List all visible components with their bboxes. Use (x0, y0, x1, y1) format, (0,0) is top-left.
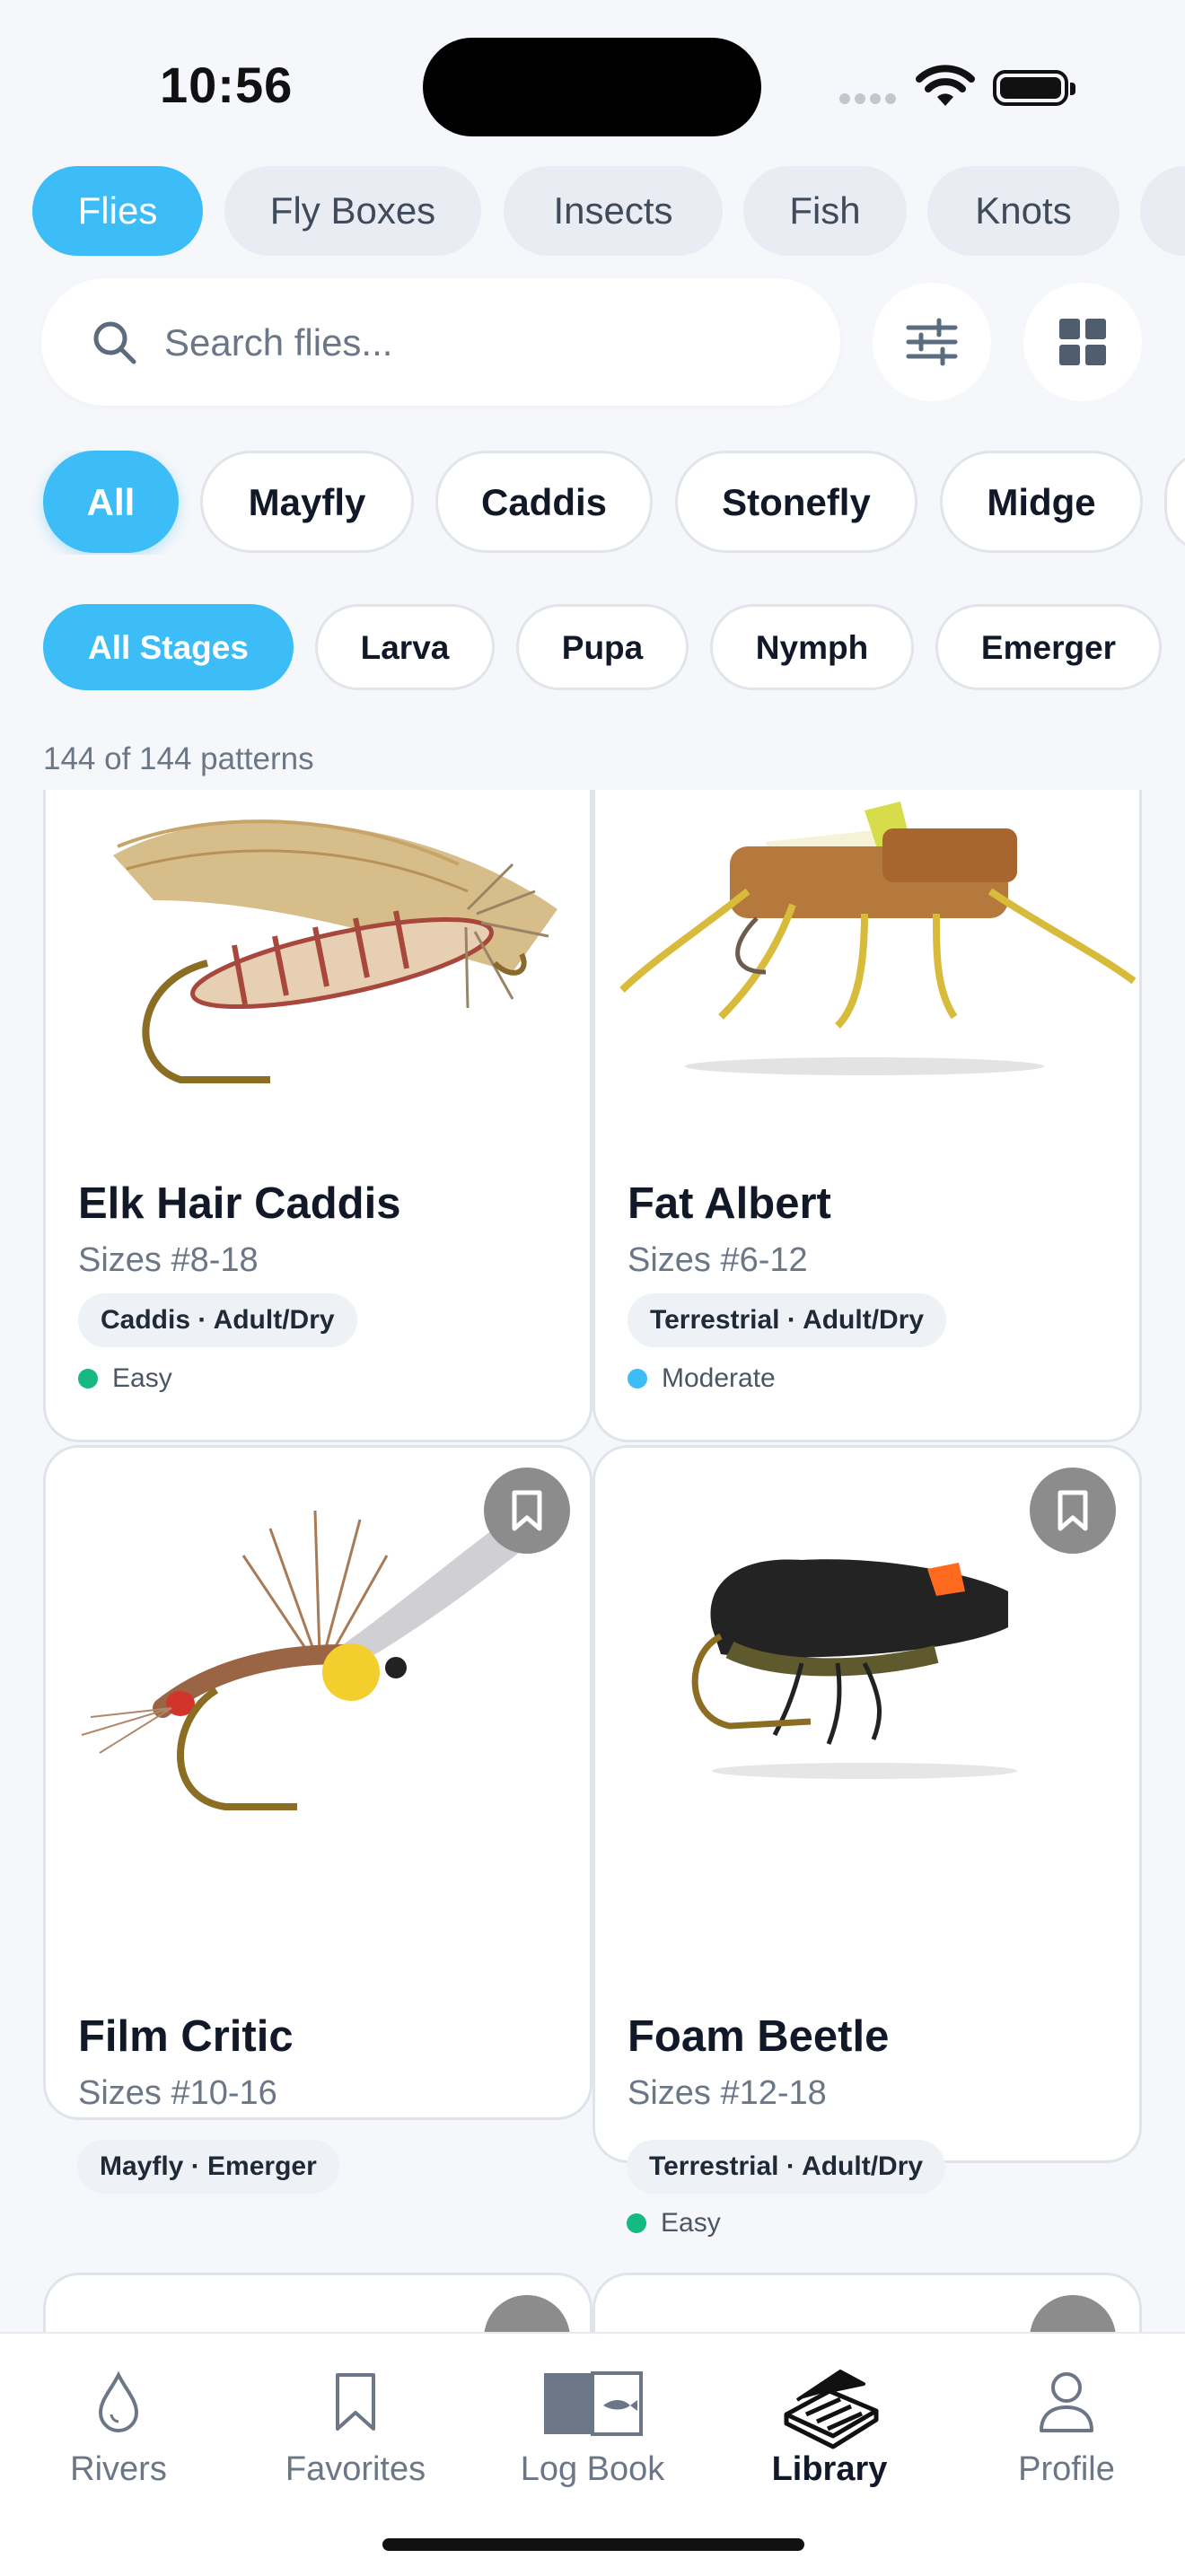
difficulty-label: Moderate (628, 1363, 776, 1394)
category-tabs: Flies Fly Boxes Insects Fish Knots (0, 166, 1185, 256)
stage-emerger[interactable]: Emerger (935, 604, 1162, 690)
search-input[interactable] (162, 314, 794, 372)
stage-nymph[interactable]: Nymph (710, 604, 914, 690)
tab-knots[interactable]: Knots (927, 166, 1119, 256)
difficulty-dot (78, 1369, 98, 1389)
bookmark-icon (336, 2373, 375, 2431)
filter-button[interactable] (873, 283, 991, 401)
difficulty-dot (627, 2213, 646, 2233)
tabbar-rivers[interactable]: Rivers (0, 2334, 237, 2540)
status-time: 10:56 (160, 57, 294, 113)
pattern-card[interactable]: Fat Albert Sizes #6-12 Terrestrial · Adu… (592, 790, 1142, 1442)
pattern-sizes: Sizes #12-18 (628, 2074, 827, 2112)
tabbar-library[interactable]: Library (711, 2334, 948, 2540)
pattern-tag: Terrestrial · Adult/Dry (628, 1293, 947, 1347)
pattern-grid: Elk Hair Caddis Sizes #8-18 Caddis · Adu… (0, 790, 1185, 2332)
insect-type-filter: All Mayfly Caddis Stonefly Midge (0, 451, 1185, 555)
home-indicator (382, 2538, 804, 2551)
stage-pupa[interactable]: Pupa (516, 604, 689, 690)
type-caddis[interactable]: Caddis (435, 451, 653, 553)
bookmark-button[interactable] (484, 2295, 570, 2332)
status-bar: 10:56 (0, 0, 1185, 162)
search-bar (41, 278, 840, 406)
pattern-tag: Mayfly · Emerger (77, 2140, 339, 2194)
difficulty-label: Easy (627, 2208, 721, 2239)
pattern-tag: Terrestrial · Adult/Dry (627, 2140, 946, 2194)
bookmark-button[interactable] (1030, 2295, 1116, 2332)
dynamic-island (423, 38, 761, 136)
fly-box-icon (784, 2370, 879, 2449)
results-count: 144 of 144 patterns (43, 741, 314, 776)
bookmark-button[interactable] (1030, 1468, 1116, 1554)
tabbar-profile[interactable]: Profile (948, 2334, 1185, 2540)
type-more[interactable] (1164, 451, 1185, 553)
tab-more[interactable] (1140, 166, 1185, 256)
type-stonefly[interactable]: Stonefly (675, 451, 917, 553)
signal-icon (839, 92, 900, 109)
bookmark-button[interactable] (484, 1468, 570, 1554)
stage-all[interactable]: All Stages (43, 604, 294, 690)
difficulty-label: Easy (78, 1363, 172, 1394)
pattern-sizes: Sizes #10-16 (78, 2074, 277, 2112)
pattern-card[interactable] (592, 2273, 1142, 2332)
grid-view-button[interactable] (1023, 283, 1142, 401)
wifi-icon (916, 65, 975, 106)
pattern-card[interactable]: Elk Hair Caddis Sizes #8-18 Caddis · Adu… (43, 790, 592, 1442)
grid-view-icon (1059, 319, 1106, 365)
type-mayfly[interactable]: Mayfly (200, 451, 414, 553)
sliders-icon (906, 318, 958, 366)
tab-flies[interactable]: Flies (32, 166, 203, 256)
pattern-sizes: Sizes #6-12 (628, 1241, 808, 1279)
type-all[interactable]: All (43, 451, 179, 553)
pattern-card[interactable]: Foam Beetle Sizes #12-18 (592, 1445, 1142, 2163)
battery-icon (993, 70, 1075, 106)
log-book-icon (544, 2371, 643, 2436)
stage-larva[interactable]: Larva (315, 604, 495, 690)
pattern-card[interactable] (43, 2273, 592, 2332)
fly-image-elk-hair-caddis (46, 790, 590, 1134)
tab-fish[interactable]: Fish (743, 166, 907, 256)
type-midge[interactable]: Midge (940, 451, 1143, 553)
bookmark-icon (1058, 1490, 1088, 1531)
person-icon (1040, 2372, 1093, 2432)
fly-image-fat-albert (595, 790, 1139, 1134)
pattern-name: Film Critic (78, 2012, 294, 2061)
tab-insects[interactable]: Insects (504, 166, 723, 256)
water-drop-icon (98, 2370, 139, 2432)
pattern-tag: Caddis · Adult/Dry (78, 1293, 357, 1347)
tab-fly-boxes[interactable]: Fly Boxes (224, 166, 481, 256)
pattern-name: Fat Albert (628, 1179, 831, 1228)
difficulty-dot (628, 1369, 647, 1389)
pattern-card[interactable]: Film Critic Sizes #10-16 (43, 1445, 592, 2120)
tabbar-log-book[interactable]: Log Book (474, 2334, 711, 2540)
pattern-name: Foam Beetle (628, 2012, 890, 2061)
pattern-name: Elk Hair Caddis (78, 1179, 401, 1228)
tabbar-favorites[interactable]: Favorites (237, 2334, 474, 2540)
search-icon (93, 321, 136, 364)
pattern-sizes: Sizes #8-18 (78, 1241, 259, 1279)
stage-filter: All Stages Larva Pupa Nymph Emerger (0, 604, 1185, 694)
bookmark-icon (512, 1490, 542, 1531)
